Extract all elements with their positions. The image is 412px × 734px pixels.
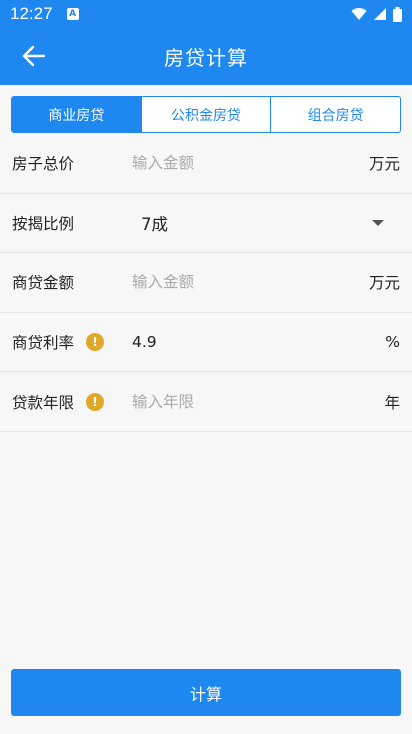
back-button[interactable] <box>18 42 50 70</box>
interest-rate-unit: % <box>385 333 400 352</box>
loan-years-label: 贷款年限 <box>12 393 75 412</box>
mortgage-ratio-value: 7成 <box>141 214 168 234</box>
row-interest-rate: 商贷利率 ! % <box>0 313 412 373</box>
loan-type-tabs: 商业房贷 公积金房贷 组合房贷 <box>11 96 401 133</box>
row-mortgage-ratio: 按揭比例 7成 <box>0 194 412 254</box>
loan-form: 房子总价 万元 按揭比例 7成 商贷金额 万元 商贷利率 ! % 贷款年限 ! … <box>0 134 412 432</box>
loan-years-input[interactable] <box>132 392 380 411</box>
interest-rate-label: 商贷利率 <box>12 334 75 353</box>
mortgage-ratio-select[interactable]: 7成 <box>132 211 400 235</box>
calculate-button[interactable]: 计算 <box>11 669 401 716</box>
loan-amount-label: 商贷金额 <box>12 274 75 293</box>
loan-years-unit: 年 <box>384 393 400 412</box>
total-price-unit: 万元 <box>368 155 400 174</box>
wifi-icon <box>351 8 367 20</box>
status-bar: 12:27 A <box>0 0 412 28</box>
arrow-left-icon <box>22 45 46 67</box>
row-total-price: 房子总价 万元 <box>0 134 412 194</box>
app-bar: 12:27 A 房贷计算 <box>0 0 412 85</box>
mortgage-ratio-label: 按揭比例 <box>12 214 75 233</box>
notification-app-icon: A <box>66 8 79 20</box>
tab-combined-loan[interactable]: 组合房贷 <box>270 97 400 132</box>
battery-icon <box>393 6 402 22</box>
total-price-label: 房子总价 <box>12 155 75 174</box>
status-time: 12:27 <box>10 4 53 23</box>
page-title: 房贷计算 <box>164 46 248 70</box>
tab-provident-fund-loan[interactable]: 公积金房贷 <box>140 97 271 132</box>
dropdown-arrow-icon <box>372 219 384 226</box>
signal-icon <box>374 8 386 20</box>
tab-commercial-loan[interactable]: 商业房贷 <box>12 97 141 132</box>
row-loan-years: 贷款年限 ! 年 <box>0 372 412 432</box>
loan-amount-input[interactable] <box>132 273 369 292</box>
interest-rate-input[interactable] <box>132 333 380 352</box>
row-loan-amount: 商贷金额 万元 <box>0 253 412 313</box>
loan-amount-unit: 万元 <box>368 274 400 293</box>
status-icons <box>351 6 402 22</box>
total-price-input[interactable] <box>132 154 369 173</box>
loan-years-label-wrap: 贷款年限 ! <box>12 391 132 413</box>
warning-icon[interactable]: ! <box>86 333 105 352</box>
warning-icon[interactable]: ! <box>86 392 105 411</box>
toolbar: 房贷计算 <box>0 28 412 85</box>
interest-rate-label-wrap: 商贷利率 ! <box>12 331 132 353</box>
